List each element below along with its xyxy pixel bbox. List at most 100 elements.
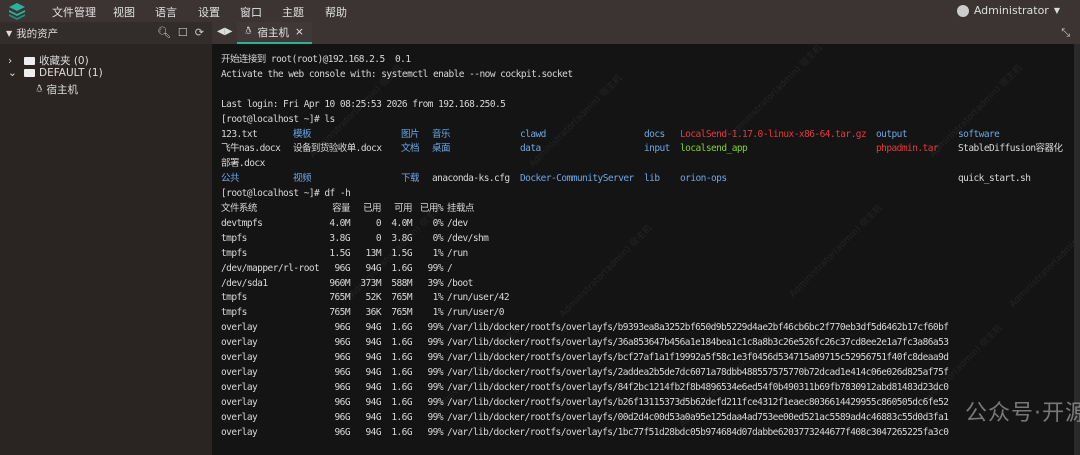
df-cell: 99% <box>427 262 443 274</box>
df-cell: overlay <box>221 396 258 408</box>
df-cell: 3.8G <box>329 232 350 244</box>
tree-item-default[interactable]: ⌄ DEFAULT (1) <box>8 67 103 79</box>
linux-icon: 🐧︎ <box>36 82 43 95</box>
df-cell: /var/lib/docker/rootfs/overlayfs/bcf27af… <box>447 352 949 363</box>
df-cell: 765M <box>391 292 412 304</box>
df-cell: 1.6G <box>391 322 412 334</box>
df-cell: /dev/sda1 <box>221 277 268 289</box>
tree-item-favorites[interactable]: › 收藏夹 (0) <box>8 53 89 68</box>
menu-bar: 文件管理 视图 语言 设置 窗口 主题 帮助 Administrator ▼ <box>0 0 1080 22</box>
scrollbar[interactable] <box>1074 44 1080 455</box>
user-menu[interactable]: Administrator ▼ <box>956 4 1060 17</box>
df-cell: 96G <box>334 262 350 274</box>
app-logo-icon <box>9 3 25 20</box>
df-cell: 39% <box>427 277 443 289</box>
df-cell: overlay <box>221 426 258 438</box>
df-cell: 0% <box>432 232 444 244</box>
df-cell: 94G <box>365 396 381 408</box>
df-cell: tmpfs <box>221 247 247 259</box>
menu-view[interactable]: 视图 <box>113 4 135 20</box>
df-cell: /run <box>447 247 468 259</box>
ls-entry: StableDiffusion容器化 <box>958 143 1063 155</box>
df-cell: 99% <box>427 352 443 363</box>
user-avatar-icon <box>956 4 969 17</box>
df-cell: 765M <box>391 307 412 319</box>
df-cell: 94G <box>365 366 381 378</box>
tree-item-host[interactable]: 🐧︎ 宿主机 <box>36 82 78 97</box>
df-header-cell: 文件系统 <box>221 203 257 214</box>
watermark: Administrator(admin) 宿主机 <box>728 44 825 140</box>
df-cell: 96G <box>334 426 350 438</box>
folder-icon <box>24 56 35 65</box>
df-header-cell: 已用 <box>363 203 381 214</box>
df-cell: /dev <box>447 217 468 229</box>
df-cell: 4.0M <box>329 217 350 229</box>
df-cell: overlay <box>221 352 258 363</box>
tab-host[interactable]: 🐧︎ 宿主机 × <box>237 22 312 44</box>
sidebar-header: ▼ 我的资产 🔍︎ ☐ ⟳ <box>0 22 212 44</box>
df-cell: 0 <box>375 217 382 229</box>
terminal[interactable]: 开始连接到 root(root)@192.168.2.5 0.1 Activate… <box>212 44 1074 455</box>
df-cell: 1.6G <box>391 396 412 408</box>
df-cell: /var/lib/docker/rootfs/overlayfs/84f2bc1… <box>447 381 949 393</box>
df-cell: /var/lib/docker/rootfs/overlayfs/36a8536… <box>447 337 949 349</box>
df-cell: 0 <box>375 232 382 244</box>
watermark: Administrator(admin) 宿主机 <box>528 73 625 170</box>
asset-sidebar: ▼ 我的资产 🔍︎ ☐ ⟳ › 收藏夹 (0) ⌄ DEFAULT (1) 🐧︎ 宿主机 <box>0 22 212 455</box>
df-cell: 99% <box>427 426 443 438</box>
df-cell: 52K <box>365 292 381 304</box>
df-cell: 1.6G <box>391 426 412 438</box>
df-cell: /boot <box>447 277 473 289</box>
tree-label: 宿主机 <box>46 84 78 96</box>
ls-entry: Docker-CommunityServer <box>520 173 634 185</box>
menu-file[interactable]: 文件管理 <box>52 4 96 20</box>
ls-entry: 文档 <box>401 143 419 155</box>
wechat-watermark: 公众号·开源未来 <box>965 395 1080 427</box>
tree-label: 收藏夹 (0) <box>39 55 89 67</box>
chevron-right-icon: › <box>8 54 13 67</box>
df-cell: tmpfs <box>221 292 247 304</box>
df-cell: overlay <box>221 322 258 334</box>
df-cell: 94G <box>365 381 381 393</box>
df-cell: 765M <box>329 292 350 304</box>
df-cell: 1% <box>432 307 444 319</box>
df-cell: 1% <box>432 247 444 259</box>
fullscreen-icon[interactable]: ⤡ <box>1061 26 1070 40</box>
df-cell: tmpfs <box>221 307 247 319</box>
df-cell: 96G <box>334 322 350 334</box>
df-cell: /var/lib/docker/rootfs/overlayfs/2addea2… <box>447 366 949 378</box>
search-icon[interactable]: 🔍︎ <box>157 26 171 39</box>
df-cell: overlay <box>221 366 258 378</box>
collapse-icon[interactable]: ▼ <box>6 29 12 38</box>
menu-window[interactable]: 窗口 <box>240 4 262 20</box>
df-cell: 1% <box>432 292 444 304</box>
ls-entry: docs <box>644 128 665 140</box>
df-cell: /run/user/42 <box>447 292 510 304</box>
ls-entry: LocalSend-1.17.0-linux-x86-64.tar.gz <box>680 128 867 140</box>
watermark: Administrator(admin) 宿主机 <box>788 203 885 300</box>
menu-help[interactable]: 帮助 <box>325 4 347 20</box>
df-cell: overlay <box>221 411 258 423</box>
ls-entry: 下载 <box>401 173 419 185</box>
df-cell: 1.5G <box>329 247 350 259</box>
caret-down-icon: ▼ <box>1053 6 1060 15</box>
ls-entry: 飞牛nas.docx <box>221 143 281 155</box>
refresh-icon[interactable]: ⟳ <box>195 26 204 39</box>
tab-close-button[interactable]: × <box>295 26 304 38</box>
user-name: Administrator <box>973 4 1049 17</box>
ls-entry: localsend_app <box>680 143 748 155</box>
df-cell: 94G <box>365 411 381 423</box>
ls-entry: output <box>876 128 908 140</box>
menu-theme[interactable]: 主题 <box>282 4 304 20</box>
ls-entry: 音乐 <box>432 128 450 140</box>
menu-language[interactable]: 语言 <box>155 4 177 20</box>
menu-settings[interactable]: 设置 <box>198 4 220 20</box>
square-icon[interactable]: ☐ <box>178 26 188 39</box>
df-cell: 1.6G <box>391 262 412 274</box>
df-header-cell: 挂载点 <box>447 203 474 214</box>
ls-entry: 模板 <box>293 128 311 140</box>
df-header-cell: 容量 <box>332 203 350 214</box>
tab-scroll-icon[interactable]: ◀▶ <box>217 26 232 37</box>
df-cell: 96G <box>334 411 350 423</box>
df-cell: /dev/shm <box>447 232 489 244</box>
